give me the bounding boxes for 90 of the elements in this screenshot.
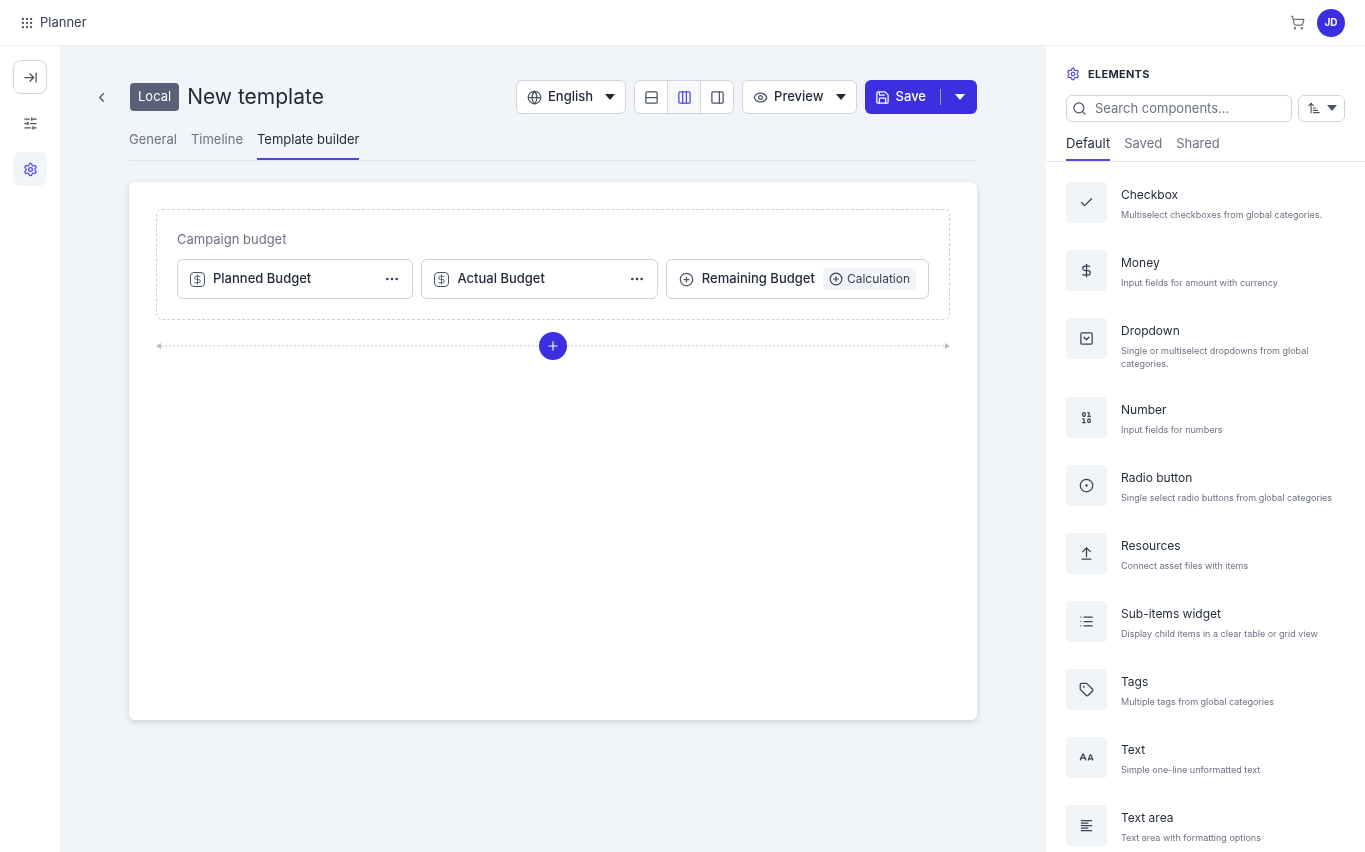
sort-dropdown[interactable]	[1298, 94, 1345, 122]
preview-dropdown[interactable]: Preview	[742, 80, 857, 114]
plus-circle-icon	[678, 271, 694, 287]
element-description: Single or multiselect dropdowns from global categories.	[1121, 344, 1310, 370]
element-name: Money	[1121, 254, 1161, 272]
element-name: Resources	[1121, 537, 1182, 555]
settings-icon	[22, 161, 38, 177]
apps-grid-icon[interactable]	[20, 15, 34, 30]
tag-icon	[1066, 669, 1107, 710]
sort-icon	[1306, 101, 1321, 115]
element-description: Text area with formatting options	[1121, 831, 1261, 844]
page-tab[interactable]: Template builder	[256, 126, 360, 160]
caret-icon	[605, 94, 616, 100]
field-label: Planned Budget	[213, 269, 313, 289]
page-tab[interactable]: Timeline	[190, 126, 243, 160]
element-item[interactable]: Radio button Single select radio buttons from global categories	[1066, 465, 1343, 506]
element-description: Input fields for amount with currency	[1121, 276, 1278, 289]
user-avatar[interactable]: JD	[1317, 8, 1345, 37]
element-description: Display child items in a clear table or grid view	[1121, 627, 1318, 640]
page-title: New template	[187, 83, 325, 112]
element-item[interactable]: Dropdown Single or multiselect dropdowns from global categories.	[1066, 318, 1343, 370]
list-icon	[1066, 601, 1107, 642]
field-label: Remaining Budget	[701, 269, 815, 289]
element-description: Simple one-line unformatted text	[1121, 763, 1261, 776]
section-title: Campaign budget	[177, 229, 288, 249]
element-item[interactable]: Text Simple one-line unformatted text	[1066, 737, 1343, 778]
calculation-badge: Calculation	[822, 268, 916, 290]
save-button[interactable]: Save	[864, 80, 977, 114]
dropdown-icon	[1066, 318, 1107, 359]
element-description: Multiple tags from global categories	[1121, 695, 1275, 708]
page-tab[interactable]: General	[129, 126, 177, 160]
budget-field[interactable]: Remaining Budget Calculation	[665, 259, 929, 299]
settings-icon	[1066, 67, 1080, 82]
view-toggle[interactable]	[634, 80, 669, 114]
element-item[interactable]: Sub-items widget Display child items in a clear table or grid view	[1066, 601, 1343, 642]
number-icon	[1066, 397, 1107, 438]
element-name: Dropdown	[1121, 322, 1181, 340]
caret-icon	[1326, 105, 1337, 111]
element-item[interactable]: Text area Text area with formatting options	[1066, 805, 1343, 846]
element-item[interactable]: Money Input fields for amount with currency	[1066, 250, 1343, 291]
element-description: Connect asset files with items	[1121, 559, 1249, 572]
upload-icon	[1066, 533, 1107, 574]
radio-icon	[1066, 465, 1107, 506]
rail-button[interactable]	[13, 152, 47, 186]
caret-icon	[955, 94, 965, 100]
element-description: Multiselect checkboxes from global categories.	[1121, 208, 1323, 221]
element-description: Single select radio buttons from global categories	[1121, 491, 1333, 504]
plus-icon	[546, 339, 560, 353]
search-icon	[1072, 100, 1087, 116]
local-badge: Local	[130, 83, 180, 111]
view-toggle[interactable]	[667, 80, 702, 114]
element-name: Tags	[1121, 673, 1150, 691]
eye-icon	[753, 89, 769, 105]
panel-tab[interactable]: Saved	[1124, 133, 1163, 161]
check-icon	[1066, 182, 1107, 223]
field-label: Actual Budget	[457, 269, 546, 289]
panel-tab[interactable]: Shared	[1176, 133, 1220, 161]
budget-field[interactable]: Actual Budget	[421, 259, 658, 299]
align-left-icon	[1066, 805, 1107, 846]
app-name: Planner	[40, 12, 88, 32]
rail-button[interactable]	[13, 60, 47, 94]
budget-field[interactable]: Planned Budget	[177, 259, 414, 299]
rows-layout-icon	[643, 89, 659, 105]
element-item[interactable]: Number Input fields for numbers	[1066, 397, 1343, 438]
search-field[interactable]: Search components...	[1066, 94, 1292, 122]
add-section-button[interactable]	[539, 332, 567, 360]
panel-title: ELEMENTS	[1088, 66, 1150, 83]
element-name: Number	[1121, 401, 1168, 419]
element-item[interactable]: Checkbox Multiselect checkboxes from global categories.	[1066, 182, 1343, 223]
element-name: Sub-items widget	[1121, 605, 1222, 623]
dollar-icon	[1066, 250, 1107, 291]
side-panel-layout-icon	[709, 89, 725, 105]
dollar-icon	[434, 271, 450, 287]
element-name: Radio button	[1121, 469, 1194, 487]
cart-icon[interactable]	[1290, 15, 1305, 30]
caret-icon	[835, 94, 846, 100]
panel-tab[interactable]: Default	[1066, 133, 1111, 161]
text-size-icon	[1066, 737, 1107, 778]
element-description: Input fields for numbers	[1121, 423, 1223, 436]
element-name: Text area	[1121, 809, 1175, 827]
element-item[interactable]: Tags Multiple tags from global categories	[1066, 669, 1343, 710]
sliders-icon	[22, 115, 38, 131]
columns-layout-icon	[676, 89, 692, 105]
element-item[interactable]: Resources Connect asset files with items	[1066, 533, 1343, 574]
element-name: Text	[1121, 741, 1147, 759]
element-name: Checkbox	[1121, 186, 1180, 204]
globe-icon	[527, 89, 542, 105]
dollar-icon	[190, 271, 205, 287]
language-dropdown[interactable]: English	[516, 80, 627, 114]
view-toggle[interactable]	[700, 80, 735, 114]
